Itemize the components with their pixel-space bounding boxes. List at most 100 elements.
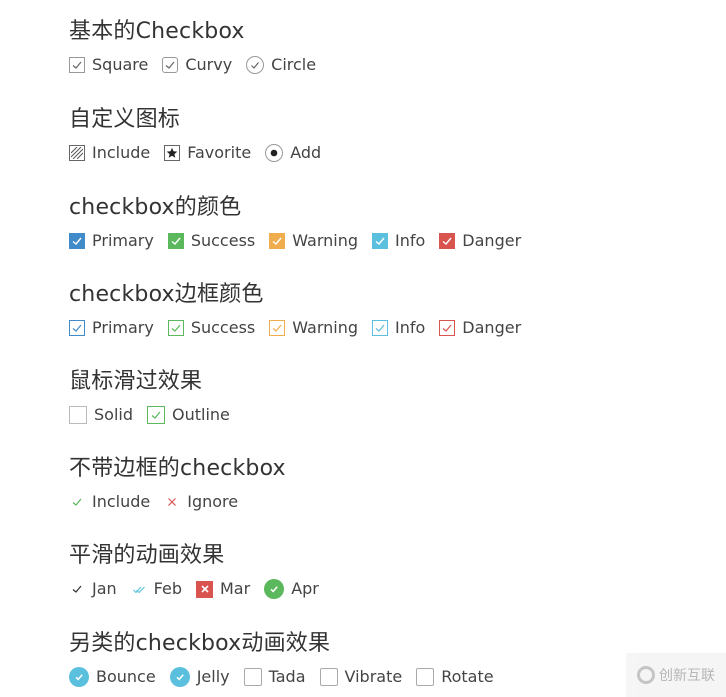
section-title: 鼠标滑过效果 [69, 369, 203, 394]
checkbox-label: Circle [271, 55, 317, 74]
check-icon [372, 233, 389, 249]
section-custom-icons: 自定义图标 Include Favorite Add [69, 106, 335, 164]
cross-box-icon [196, 580, 213, 598]
checkbox-mar[interactable]: Mar [196, 579, 250, 599]
check-icon [372, 320, 389, 336]
checkbox-label: Rotate [441, 667, 494, 686]
checkbox-label: Outline [172, 405, 230, 424]
check-circle-icon [169, 667, 190, 687]
checkbox-ignore-noborder[interactable]: Ignore [164, 492, 238, 512]
checkbox-label: Primary [92, 318, 154, 337]
checkbox-outline[interactable]: Outline [147, 405, 230, 425]
cross-icon [164, 494, 180, 510]
checkbox-label: Success [190, 231, 256, 250]
check-icon [69, 494, 85, 510]
checkbox-square[interactable]: Square [69, 55, 148, 75]
checkbox-label: Include [92, 143, 151, 162]
section-title: checkbox边框颜色 [69, 282, 264, 307]
check-icon [147, 406, 165, 424]
check-icon [269, 320, 286, 336]
checkbox-apr[interactable]: Apr [264, 579, 319, 599]
checkbox-label: Bounce [96, 667, 156, 686]
checkbox-label: Include [92, 492, 151, 511]
check-circle-icon [69, 667, 89, 687]
checkbox-primary[interactable]: Primary [69, 231, 154, 251]
checkbox-include[interactable]: Include [69, 143, 150, 163]
check-icon [439, 233, 456, 249]
checkbox-danger-outline[interactable]: Danger [439, 318, 521, 338]
checkbox-info[interactable]: Info [372, 231, 425, 251]
checkbox-label: Favorite [187, 143, 252, 162]
checkbox-rotate[interactable]: Rotate [416, 667, 494, 687]
checkbox-include-noborder[interactable]: Include [69, 492, 150, 512]
checkbox-success-outline[interactable]: Success [167, 318, 256, 338]
checkbox-feb[interactable]: Feb [131, 579, 182, 599]
checkbox-label: Success [190, 318, 256, 337]
section-title: 不带边框的checkbox [69, 456, 286, 481]
checkbox-label: Curvy [185, 55, 233, 74]
checkbox-tada[interactable]: Tada [243, 667, 306, 687]
checkbox-label: Square [92, 55, 149, 74]
checkbox-label: Apr [291, 579, 319, 598]
checkbox-label: Warning [292, 318, 359, 337]
check-icon [69, 57, 85, 73]
watermark-text: 创新互联 [659, 668, 715, 684]
checkbox-label: Ignore [187, 492, 239, 511]
check-icon [162, 57, 179, 73]
section-title: 基本的Checkbox [69, 19, 245, 44]
checkbox-label: Jelly [196, 667, 230, 686]
checkbox-curvy[interactable]: Curvy [162, 55, 232, 75]
section-basic: 基本的Checkbox Square Curvy Circle [69, 18, 330, 76]
checkbox-label: Warning [292, 231, 359, 250]
section-hover: 鼠标滑过效果 Solid Outline [69, 368, 244, 426]
check-icon [167, 233, 184, 249]
empty-box-icon [69, 406, 87, 424]
watermark: 创新互联 [626, 653, 726, 697]
check-icon [69, 233, 85, 249]
check-circle-icon [264, 579, 285, 599]
watermark-logo-icon [637, 666, 655, 684]
checkbox-info-outline[interactable]: Info [372, 318, 425, 338]
checkbox-label: Mar [220, 579, 251, 598]
checkbox-favorite[interactable]: Favorite [164, 143, 251, 163]
dot-icon [265, 144, 284, 162]
checkbox-jan[interactable]: Jan [69, 579, 117, 599]
checkbox-label: Feb [153, 579, 182, 598]
checkbox-label: Danger [462, 231, 522, 250]
checkbox-circle[interactable]: Circle [246, 55, 316, 75]
checkbox-bounce[interactable]: Bounce [69, 667, 156, 687]
checkbox-label: Info [395, 318, 426, 337]
section-no-border: 不带边框的checkbox Include Ignore [69, 455, 286, 513]
empty-box-icon [319, 668, 338, 686]
checkbox-success[interactable]: Success [167, 231, 256, 251]
checkbox-warning-outline[interactable]: Warning [269, 318, 358, 338]
checkbox-add[interactable]: Add [265, 143, 321, 163]
checkbox-label: Tada [268, 667, 306, 686]
check-icon [439, 320, 456, 336]
empty-box-icon [416, 668, 435, 686]
empty-box-icon [243, 668, 262, 686]
section-colors: checkbox的颜色 Primary Success Warning Info… [69, 194, 535, 252]
checkbox-label: Vibrate [344, 667, 403, 686]
section-smooth-animation: 平滑的动画效果 Jan Feb Mar Apr [69, 542, 333, 600]
checkbox-primary-outline[interactable]: Primary [69, 318, 154, 338]
star-icon [164, 145, 181, 161]
section-border-colors: checkbox边框颜色 Primary Success Warning Inf… [69, 281, 535, 339]
checkbox-jelly[interactable]: Jelly [169, 667, 230, 687]
checkbox-label: Primary [92, 231, 154, 250]
check-icon [269, 233, 286, 249]
checkbox-vibrate[interactable]: Vibrate [319, 667, 403, 687]
check-icon [69, 320, 85, 336]
section-title: checkbox的颜色 [69, 195, 242, 220]
checkbox-solid[interactable]: Solid [69, 405, 133, 425]
checkbox-danger[interactable]: Danger [439, 231, 521, 251]
checkbox-label: Add [290, 143, 322, 162]
checkbox-label: Jan [92, 579, 117, 598]
section-title: 平滑的动画效果 [69, 543, 225, 568]
checkbox-label: Danger [462, 318, 522, 337]
hatch-icon [69, 145, 85, 161]
checkbox-label: Solid [94, 405, 133, 424]
double-check-icon [131, 581, 147, 597]
checkbox-label: Info [395, 231, 426, 250]
checkbox-warning[interactable]: Warning [269, 231, 358, 251]
